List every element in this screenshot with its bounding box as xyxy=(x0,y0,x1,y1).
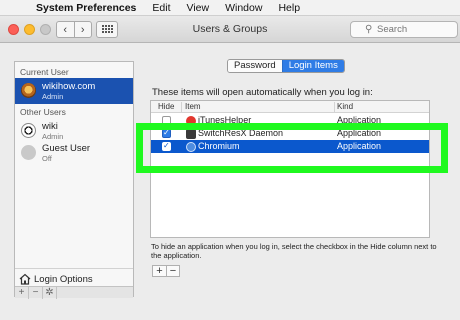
login-items-description: These items will open automatically when… xyxy=(152,87,373,98)
home-icon xyxy=(19,273,31,285)
user-item-wikihow[interactable]: wikihow.com Admin xyxy=(15,78,133,104)
avatar xyxy=(21,83,36,98)
menu-app-name[interactable]: System Preferences xyxy=(36,2,136,14)
window-titlebar: ‹ › Users & Groups ⚲ xyxy=(0,16,460,43)
current-user-label: Current User xyxy=(20,67,69,77)
menu-window[interactable]: Window xyxy=(225,2,262,14)
search-input[interactable] xyxy=(377,24,457,35)
login-options-label: Login Options xyxy=(34,273,93,285)
tab-password[interactable]: Password xyxy=(228,60,282,72)
menu-help[interactable]: Help xyxy=(278,2,300,14)
column-kind[interactable]: Kind xyxy=(337,102,353,111)
user-role: Admin xyxy=(42,92,64,101)
sidebar-divider xyxy=(15,268,133,269)
add-user-button[interactable]: + xyxy=(15,287,29,299)
menu-view[interactable]: View xyxy=(187,2,210,14)
user-name: wikihow.com xyxy=(42,81,96,92)
add-remove-control: + − xyxy=(152,265,180,277)
other-users-label: Other Users xyxy=(20,107,66,117)
user-name: wiki xyxy=(42,121,58,132)
tab-login-items[interactable]: Login Items xyxy=(281,60,344,72)
search-field[interactable]: ⚲ xyxy=(350,21,458,38)
user-item-guest[interactable]: Guest User Off xyxy=(15,140,133,166)
table-header: Hide Item Kind xyxy=(151,101,429,113)
highlight-box xyxy=(136,123,448,173)
remove-item-button[interactable]: − xyxy=(166,266,179,277)
avatar xyxy=(21,145,36,160)
column-hide[interactable]: Hide xyxy=(158,102,174,111)
add-item-button[interactable]: + xyxy=(153,266,166,277)
gear-icon[interactable]: ✲ xyxy=(43,287,57,299)
search-icon: ⚲ xyxy=(365,24,373,35)
users-sidebar: Current User wikihow.com Admin Other Use… xyxy=(14,61,134,299)
hide-instructions: To hide an application when you log in, … xyxy=(151,242,437,260)
menu-edit[interactable]: Edit xyxy=(152,2,170,14)
avatar xyxy=(21,123,36,138)
column-item[interactable]: Item xyxy=(185,102,201,111)
remove-user-button[interactable]: − xyxy=(29,287,43,299)
user-name: Guest User xyxy=(42,143,91,154)
login-options-item[interactable]: Login Options xyxy=(19,272,93,286)
tab-bar: Password Login Items xyxy=(227,59,345,73)
menu-bar: System Preferences Edit View Window Help xyxy=(0,0,460,16)
sidebar-toolbar: + − ✲ xyxy=(15,286,133,299)
apple-menu-icon[interactable] xyxy=(14,2,24,14)
user-role: Off xyxy=(42,154,52,163)
